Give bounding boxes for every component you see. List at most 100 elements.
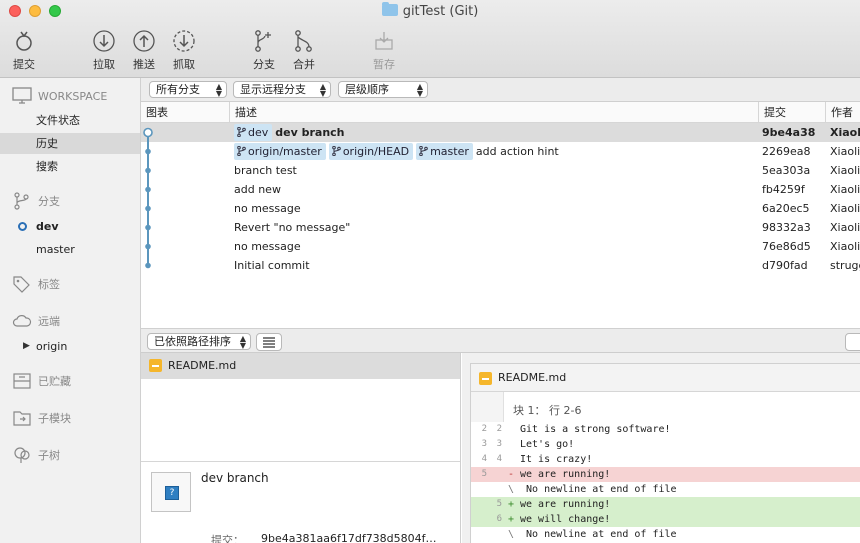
- diff-options-button[interactable]: [845, 333, 860, 351]
- stashes-header[interactable]: 已贮藏: [12, 372, 71, 390]
- file-sort-select[interactable]: 已依照路径排序 ▲ ▼: [147, 333, 251, 350]
- branch-tag[interactable]: origin/HEAD: [328, 143, 414, 160]
- commit-subject: no message: [234, 202, 301, 215]
- sidebar-item-remote-origin[interactable]: ▶ origin: [0, 336, 140, 357]
- subtrees-header[interactable]: 子树: [12, 446, 60, 464]
- remotes-header[interactable]: 远端: [12, 312, 60, 330]
- branch-icon: [237, 146, 246, 156]
- branch-icon: [419, 146, 428, 156]
- avatar: ?: [151, 472, 191, 512]
- changed-files-panel: README.md ? dev branch 提交： 9be4a381aa6f1…: [141, 353, 461, 543]
- diff-line[interactable]: \ No newline at end of file: [471, 482, 860, 497]
- fetch-icon: [173, 30, 195, 52]
- branch-button[interactable]: 分支: [244, 29, 284, 72]
- detail-subject: dev branch: [201, 471, 269, 485]
- modified-file-icon: [479, 372, 492, 385]
- diff-line[interactable]: 4 4 It is crazy!: [471, 452, 860, 467]
- branch-tag[interactable]: dev: [234, 124, 273, 141]
- sidebar-item-branch-master[interactable]: master: [0, 239, 140, 260]
- branch-icon: [14, 192, 29, 210]
- modified-file-icon: [149, 359, 162, 372]
- column-commit[interactable]: 提交: [759, 102, 826, 123]
- commit-subject: branch test: [234, 164, 297, 177]
- branch-filter-select[interactable]: 所有分支 ▲ ▼: [149, 81, 227, 98]
- commit-author: Xiaoli: [830, 202, 860, 215]
- table-row[interactable]: no message 76e86d5 Xiaoli: [141, 237, 860, 256]
- table-row[interactable]: add new fb4259f Xiaoli: [141, 180, 860, 199]
- diff-line[interactable]: 2 2 Git is a strong software!: [471, 422, 860, 437]
- list-view-button[interactable]: [256, 333, 282, 351]
- commit-node: [145, 224, 151, 231]
- diff-line[interactable]: 3 3 Let's go!: [471, 437, 860, 452]
- current-branch-icon: [18, 222, 27, 231]
- commit-author: Xiaoli: [830, 221, 860, 234]
- remote-branch-select[interactable]: 显示远程分支 ▲ ▼: [233, 81, 331, 98]
- diff-line[interactable]: 5- we are running!: [471, 467, 860, 482]
- commit-node: [145, 167, 151, 174]
- commit-list: devdev branch 9be4a38 Xiaoli origin/mastero…: [141, 123, 860, 328]
- commit-button[interactable]: 提交: [4, 29, 44, 72]
- commit-hash: 9be4a38: [762, 126, 816, 139]
- branch-icon: [237, 127, 246, 137]
- branch-tag[interactable]: origin/master: [234, 143, 326, 160]
- sidebar-item-file-status[interactable]: 文件状态: [0, 110, 140, 131]
- commit-details: ? dev branch 提交： 9be4a381aa6f17df738d580…: [141, 461, 460, 543]
- list-icon: [263, 337, 275, 348]
- file-toolbar: 已依照路径排序 ▲ ▼: [141, 328, 860, 353]
- chevron-updown-icon: ▲ ▼: [215, 82, 222, 98]
- disclosure-triangle-icon[interactable]: ▶: [23, 336, 30, 357]
- column-description[interactable]: 描述: [230, 102, 759, 123]
- pull-button[interactable]: 拉取: [84, 29, 124, 72]
- table-row[interactable]: Revert "no message" 98332a3 Xiaoli: [141, 218, 860, 237]
- commit-icon: [16, 31, 32, 51]
- commit-hash: 98332a3: [762, 221, 811, 234]
- commit-subject: Revert "no message": [234, 221, 351, 234]
- order-select[interactable]: 层级顺序 ▲ ▼: [338, 81, 428, 98]
- commit-subject: dev branch: [275, 126, 345, 139]
- table-row[interactable]: no message 6a20ec5 Xiaoli: [141, 199, 860, 218]
- table-row[interactable]: devdev branch 9be4a38 Xiaoli: [141, 123, 860, 142]
- diff-line[interactable]: 6 + we will change!: [471, 512, 860, 527]
- commit-subject: no message: [234, 240, 301, 253]
- window-title: gitTest (Git): [0, 2, 860, 19]
- chevron-updown-icon: ▲ ▼: [416, 82, 423, 98]
- sidebar-item-branch-dev[interactable]: dev: [0, 216, 140, 237]
- column-author[interactable]: 作者: [826, 102, 860, 123]
- diff-line[interactable]: \ No newline at end of file: [471, 527, 860, 542]
- commit-author: Xiaoli: [830, 240, 860, 253]
- pull-icon: [93, 30, 115, 52]
- commit-node: [143, 127, 153, 138]
- branch-tag[interactable]: master: [416, 143, 473, 160]
- table-row[interactable]: origin/master origin/HEAD master add action…: [141, 142, 860, 161]
- unknown-avatar-icon: ?: [165, 486, 179, 500]
- commit-hash: 5ea303a: [762, 164, 811, 177]
- chevron-updown-icon: ▲ ▼: [239, 334, 246, 350]
- diff-line[interactable]: 5 + we are running!: [471, 497, 860, 512]
- commit-author: Xiaoli: [830, 164, 860, 177]
- commit-node: [145, 205, 151, 212]
- submodules-header[interactable]: 子模块: [12, 409, 71, 427]
- stash-icon: [375, 32, 393, 50]
- hunk-header: 块 1： 行 2-6: [471, 392, 860, 422]
- fetch-button[interactable]: 抓取: [164, 29, 204, 72]
- stash-icon: [13, 373, 31, 389]
- commit-node: [145, 148, 151, 155]
- table-row[interactable]: branch test 5ea303a Xiaoli: [141, 161, 860, 180]
- push-button[interactable]: 推送: [124, 29, 164, 72]
- stash-button[interactable]: 暂存: [364, 29, 404, 72]
- folder-icon: [381, 2, 398, 16]
- branches-header[interactable]: 分支: [12, 192, 60, 210]
- merge-button[interactable]: 合并: [284, 29, 324, 72]
- sidebar-item-search[interactable]: 搜索: [0, 156, 140, 177]
- sidebar-item-history[interactable]: 历史: [0, 133, 140, 154]
- commit-hash: fb4259f: [762, 183, 805, 196]
- column-graph[interactable]: 图表: [141, 102, 230, 123]
- workspace-header: WORKSPACE: [12, 87, 107, 105]
- push-icon: [133, 30, 155, 52]
- commit-node: [145, 262, 151, 269]
- tags-header[interactable]: 标签: [12, 275, 60, 293]
- submodule-icon: [13, 411, 31, 426]
- file-row[interactable]: README.md: [141, 353, 460, 379]
- table-row[interactable]: Initial commit d790fad strugg: [141, 256, 860, 275]
- history-filter-bar: 所有分支 ▲ ▼ 显示远程分支 ▲ ▼ 层级顺序 ▲ ▼: [141, 78, 860, 102]
